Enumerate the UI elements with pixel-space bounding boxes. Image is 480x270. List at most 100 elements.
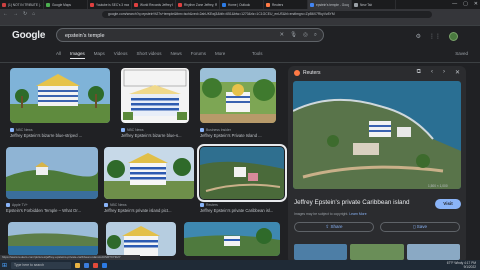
browser-tab[interactable]: Reuters [264,0,308,9]
tab-favicon [310,2,314,7]
tab-label: Rhythm Zone Jeffrey, Reuters [184,2,217,7]
related-image[interactable] [294,244,348,260]
filter-tab[interactable]: Images [70,51,85,59]
browser-tab-strip: (1) NOT IN TRIBUTE | Jeffrey Google Maps Y… [0,0,480,9]
tab-label: New Tab [360,2,373,7]
browser-tab[interactable]: epstein's temple - Google S [308,0,352,9]
taskbar: ⊞ Type here to search 67°F Windy 4:17 PM… [0,260,480,270]
browser-tab[interactable]: Rhythm Zone Jeffrey, Reuters [176,0,220,9]
result-title[interactable]: Jeffrey Epstein's bizarre blue-s... [121,133,189,138]
clock-date: 9/1/2022 [463,265,476,269]
panel-source[interactable]: Reuters [294,70,321,76]
result-title[interactable]: Jeffrey Epstein's private island pict... [104,208,194,213]
result-thumbnail[interactable] [8,222,98,256]
result-title[interactable]: Jeffrey Epstein's bizarre blue-striped .… [10,133,110,138]
reuters-icon [294,70,300,76]
tab-label: Google Maps [52,2,71,7]
avatar[interactable] [449,32,458,41]
result-thumbnail[interactable] [197,144,287,202]
browser-tab[interactable]: World Records Jeffrey Epstein [132,0,176,9]
result-thumbnail[interactable] [184,222,280,256]
tab-label: World Records Jeffrey Epstein [140,2,173,7]
filter-tab[interactable]: All [56,51,61,59]
file-explorer-icon[interactable] [75,262,81,268]
filter-tab[interactable]: Short videos [136,51,161,59]
browser-tab[interactable]: (1) NOT IN TRIBUTE | Jeffrey [0,0,44,9]
search-filters: All Images Maps Videos Short videos News Forum… [56,51,225,59]
browser-tab[interactable]: Google Maps [44,0,88,9]
system-tray[interactable]: 67°F Windy 4:17 PM 9/1/2022 [447,261,476,269]
chrome-icon[interactable] [93,262,99,268]
result-title[interactable]: Jeffrey Epstein's Private Island ... [200,133,276,138]
result-thumbnail[interactable] [104,147,194,199]
settings-icon[interactable]: ⚙ [416,33,421,40]
browser-tab[interactable]: Home | Outlook [220,0,264,9]
taskbar-search[interactable]: Type here to search [11,261,72,269]
preview-image[interactable] [293,81,461,189]
back-icon[interactable]: ← [3,11,8,17]
forward-icon[interactable]: → [13,11,18,17]
tab-favicon [46,2,50,7]
saved-button[interactable]: Saved [455,51,468,56]
google-logo[interactable]: Google [12,30,45,41]
filter-tab[interactable]: Maps [94,51,105,59]
tab-label: Home | Outlook [228,2,251,7]
reload-icon[interactable]: ↻ [23,11,27,17]
minimize-icon[interactable]: — [452,1,457,7]
weather-label: 67°F Windy [446,261,464,265]
save-button[interactable]: ▯ Save [380,222,460,232]
tools-button[interactable]: Tools [252,51,263,56]
home-icon[interactable]: ⌂ [32,11,35,17]
browser-tab[interactable]: New Tab [352,0,396,9]
tab-label: (1) NOT IN TRIBUTE | Jeffrey [8,2,41,7]
tab-label: Reuters [272,2,284,7]
result-title[interactable]: Jeffrey Epstein's private Caribbean isl.… [200,208,284,213]
filter-tab[interactable]: Videos [114,51,128,59]
related-image[interactable] [406,244,460,260]
windows-start-icon[interactable]: ⊞ [2,262,7,269]
edge-icon[interactable] [84,262,90,268]
camera-icon[interactable]: ◎ [303,32,308,39]
apps-icon[interactable]: ⋮⋮ [429,33,441,40]
share-button[interactable]: ⇪ Share [294,222,374,232]
result-source: NBC News [104,203,127,207]
url-field[interactable]: google.com/search?q=epstein%27s+temple&t… [102,10,432,18]
filter-tab[interactable]: News [171,51,182,59]
header-divider [0,62,480,63]
window-controls: — ▢ ✕ [452,1,478,7]
result-thumbnail[interactable] [10,68,110,123]
google-header: Google epstein's temple ✕ 🎙 ◎ ⌕ ⚙ ⋮⋮ All… [0,26,480,66]
prev-icon[interactable]: ‹ [431,69,433,76]
close-panel-icon[interactable]: ✕ [455,69,460,76]
result-thumbnail[interactable] [200,68,276,123]
search-box[interactable]: epstein's temple ✕ 🎙 ◎ ⌕ [56,28,324,42]
related-image[interactable] [350,244,404,260]
result-thumbnail[interactable] [121,68,189,123]
image-preview-panel: Reuters ⧉ ‹ › ✕ 1,500 × 1,000 Jeffrey Ep… [288,66,466,264]
next-icon[interactable]: › [443,69,445,76]
image-size: 1,500 × 1,000 [428,184,448,188]
learn-more-link[interactable]: Learn More [349,212,366,216]
clear-icon[interactable]: ✕ [280,32,285,39]
search-icon[interactable]: ⌕ [314,32,317,39]
open-tab-icon[interactable]: ⧉ [417,69,421,76]
result-thumbnail[interactable] [6,147,98,199]
result-thumbnail[interactable] [106,222,176,256]
tab-label: Youtube is SEC's 3 months | | [96,2,129,7]
search-input[interactable]: epstein's temple [65,33,105,39]
maximize-icon[interactable]: ▢ [463,1,468,7]
tab-favicon [178,2,182,7]
close-icon[interactable]: ✕ [474,1,478,7]
mic-icon[interactable]: 🎙 [290,32,297,39]
filter-tab[interactable]: More [215,51,225,59]
result-title[interactable]: Epstein's Forbidden Temple – What Or... [6,208,98,213]
bookmarks-bar [0,19,480,26]
preview-title[interactable]: Jeffrey Epstein's private Caribbean isla… [294,199,410,206]
mail-icon[interactable] [102,262,108,268]
result-source: Reuters [200,203,218,207]
browser-tab[interactable]: Youtube is SEC's 3 months | | [88,0,132,9]
filter-tab[interactable]: Forums [191,51,206,59]
result-source: Apple TV+ [6,203,28,207]
result-source: NBC News [10,128,33,132]
visit-button[interactable]: Visit [435,199,461,209]
